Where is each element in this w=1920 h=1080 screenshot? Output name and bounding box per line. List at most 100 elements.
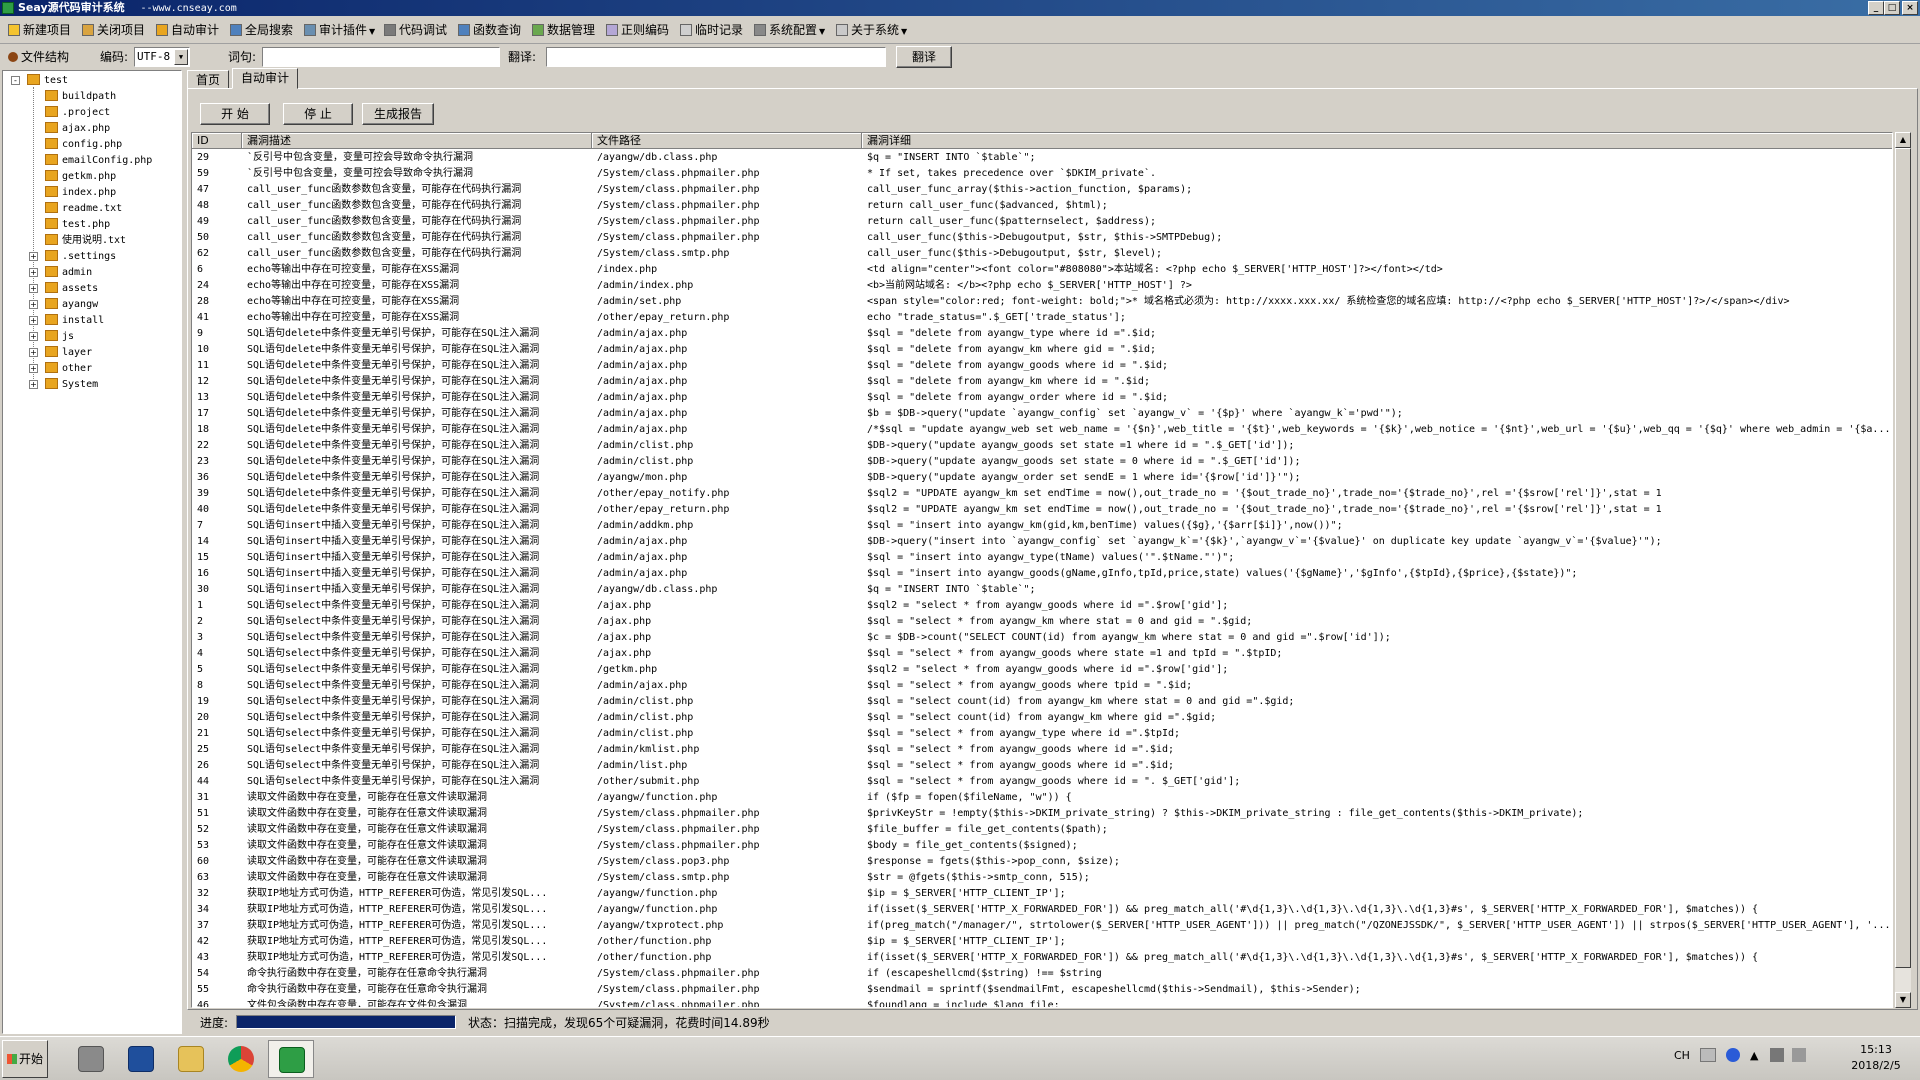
table-row[interactable]: 10 SQL语句delete中条件变量无单引号保护，可能存在SQL注入漏洞/adm…: [192, 342, 1892, 358]
generate-report-button[interactable]: 生成报告: [362, 103, 434, 125]
table-row[interactable]: 49 call_user_func函数参数包含变量，可能存在代码执行漏洞/Syst…: [192, 214, 1892, 230]
table-row[interactable]: 31 读取文件函数中存在变量，可能存在任意文件读取漏洞/ayangw/functi…: [192, 790, 1892, 806]
seay-app-icon[interactable]: [268, 1040, 314, 1078]
table-row[interactable]: 48 call_user_func函数参数包含变量，可能存在代码执行漏洞/Syst…: [192, 198, 1892, 214]
table-row[interactable]: 55 命令执行函数中存在变量，可能存在任意命令执行漏洞/System/class.…: [192, 982, 1892, 998]
table-row[interactable]: 9 SQL语句delete中条件变量无单引号保护，可能存在SQL注入漏洞/admi…: [192, 326, 1892, 342]
menu-item[interactable]: 正则编码: [606, 21, 669, 39]
vertical-scrollbar[interactable]: ▲ ▼: [1895, 132, 1911, 1008]
table-row[interactable]: 40 SQL语句delete中条件变量无单引号保护，可能存在SQL注入漏洞/oth…: [192, 502, 1892, 518]
tree-file[interactable]: ajax.php: [45, 121, 110, 137]
tree-file[interactable]: buildpath: [45, 89, 116, 105]
table-row[interactable]: 47 call_user_func函数参数包含变量，可能存在代码执行漏洞/Syst…: [192, 182, 1892, 198]
tree-folder[interactable]: assets: [45, 281, 98, 297]
help-icon[interactable]: [1726, 1048, 1740, 1062]
keyboard-icon[interactable]: [1700, 1048, 1716, 1062]
table-row[interactable]: 28 echo等输出中存在可控变量，可能存在XSS漏洞/admin/set.php…: [192, 294, 1892, 310]
word-input[interactable]: [262, 47, 500, 67]
table-row[interactable]: 16 SQL语句insert中插入变量无单引号保护，可能存在SQL注入漏洞/adm…: [192, 566, 1892, 582]
expand-icon[interactable]: +: [29, 332, 38, 341]
table-row[interactable]: 37 获取IP地址方式可伪造，HTTP_REFERER可伪造，常见引发SQL...…: [192, 918, 1892, 934]
tree-folder[interactable]: .settings: [45, 249, 116, 265]
menu-item[interactable]: 全局搜索: [230, 21, 293, 39]
tree-file[interactable]: .project: [45, 105, 110, 121]
menu-item[interactable]: 自动审计: [156, 21, 219, 39]
collapse-icon[interactable]: -: [11, 76, 20, 85]
powershell-icon[interactable]: [118, 1040, 164, 1078]
table-row[interactable]: 17 SQL语句delete中条件变量无单引号保护，可能存在SQL注入漏洞/adm…: [192, 406, 1892, 422]
file-tree[interactable]: test - buildpath .project ajax.php config.php…: [2, 70, 182, 1034]
menu-item[interactable]: 代码调试: [384, 21, 447, 39]
table-row[interactable]: 32 获取IP地址方式可伪造，HTTP_REFERER可伪造，常见引发SQL...…: [192, 886, 1892, 902]
table-row[interactable]: 24 echo等输出中存在可控变量，可能存在XSS漏洞/admin/index.p…: [192, 278, 1892, 294]
tree-file[interactable]: test.php: [45, 217, 110, 233]
chrome-icon[interactable]: [218, 1040, 264, 1078]
table-row[interactable]: 36 SQL语句delete中条件变量无单引号保护，可能存在SQL注入漏洞/aya…: [192, 470, 1892, 486]
table-row[interactable]: 62 call_user_func函数参数包含变量，可能存在代码执行漏洞/Syst…: [192, 246, 1892, 262]
tree-file[interactable]: readme.txt: [45, 201, 122, 217]
expand-icon[interactable]: +: [29, 268, 38, 277]
tree-folder[interactable]: install: [45, 313, 104, 329]
table-row[interactable]: 12 SQL语句delete中条件变量无单引号保护，可能存在SQL注入漏洞/adm…: [192, 374, 1892, 390]
table-row[interactable]: 13 SQL语句delete中条件变量无单引号保护，可能存在SQL注入漏洞/adm…: [192, 390, 1892, 406]
tree-folder[interactable]: js: [45, 329, 74, 345]
tab-auto-audit[interactable]: 自动审计: [232, 68, 299, 89]
table-row[interactable]: 30 SQL语句insert中插入变量无单引号保护，可能存在SQL注入漏洞/aya…: [192, 582, 1892, 598]
table-row[interactable]: 50 call_user_func函数参数包含变量，可能存在代码执行漏洞/Syst…: [192, 230, 1892, 246]
expand-icon[interactable]: +: [29, 252, 38, 261]
table-row[interactable]: 44 SQL语句select中条件变量无单引号保护，可能存在SQL注入漏洞/oth…: [192, 774, 1892, 790]
translate-button[interactable]: 翻译: [896, 46, 952, 68]
table-row[interactable]: 11 SQL语句delete中条件变量无单引号保护，可能存在SQL注入漏洞/adm…: [192, 358, 1892, 374]
table-row[interactable]: 1 SQL语句select中条件变量无单引号保护，可能存在SQL注入漏洞/ajax…: [192, 598, 1892, 614]
expand-icon[interactable]: +: [29, 284, 38, 293]
language-indicator[interactable]: CH: [1674, 1048, 1690, 1064]
tree-folder[interactable]: admin: [45, 265, 92, 281]
arrow-up-icon[interactable]: ▲: [1750, 1048, 1762, 1062]
menu-item[interactable]: 关闭项目: [82, 21, 145, 39]
menu-item[interactable]: 数据管理: [532, 21, 595, 39]
table-row[interactable]: 29 `反引号中包含变量，变量可控会导致命令执行漏洞/ayangw/db.clas…: [192, 150, 1892, 166]
table-row[interactable]: 2 SQL语句select中条件变量无单引号保护，可能存在SQL注入漏洞/ajax…: [192, 614, 1892, 630]
encoding-select[interactable]: UTF-8 ▼: [134, 47, 190, 67]
table-row[interactable]: 26 SQL语句select中条件变量无单引号保护，可能存在SQL注入漏洞/adm…: [192, 758, 1892, 774]
server-manager-icon[interactable]: [68, 1040, 114, 1078]
menu-item[interactable]: 临时记录: [680, 21, 743, 39]
column-header-description[interactable]: 漏洞描述: [242, 133, 592, 149]
expand-icon[interactable]: +: [29, 348, 38, 357]
table-row[interactable]: 14 SQL语句insert中插入变量无单引号保护，可能存在SQL注入漏洞/adm…: [192, 534, 1892, 550]
table-row[interactable]: 23 SQL语句delete中条件变量无单引号保护，可能存在SQL注入漏洞/adm…: [192, 454, 1892, 470]
table-row[interactable]: 7 SQL语句insert中插入变量无单引号保护，可能存在SQL注入漏洞/admi…: [192, 518, 1892, 534]
expand-icon[interactable]: +: [29, 316, 38, 325]
table-row[interactable]: 41 echo等输出中存在可控变量，可能存在XSS漏洞/other/epay_re…: [192, 310, 1892, 326]
table-row[interactable]: 19 SQL语句select中条件变量无单引号保护，可能存在SQL注入漏洞/adm…: [192, 694, 1892, 710]
menu-item[interactable]: 系统配置 ▼: [754, 21, 825, 39]
tree-folder[interactable]: other: [45, 361, 92, 377]
table-row[interactable]: 6 echo等输出中存在可控变量，可能存在XSS漏洞/index.php <td a…: [192, 262, 1892, 278]
column-header-file-path[interactable]: 文件路径: [592, 133, 862, 149]
tree-folder[interactable]: System: [45, 377, 98, 393]
results-table[interactable]: ID 漏洞描述 文件路径 漏洞详细 29 `反引号中包含变量，变量可控会导致命令执…: [191, 132, 1893, 1008]
table-row[interactable]: 54 命令执行函数中存在变量，可能存在任意命令执行漏洞/System/class.…: [192, 966, 1892, 982]
table-row[interactable]: 15 SQL语句insert中插入变量无单引号保护，可能存在SQL注入漏洞/adm…: [192, 550, 1892, 566]
close-button[interactable]: ×: [1902, 1, 1918, 15]
column-header-id[interactable]: ID: [192, 133, 242, 149]
table-row[interactable]: 3 SQL语句select中条件变量无单引号保护，可能存在SQL注入漏洞/ajax…: [192, 630, 1892, 646]
tree-folder[interactable]: layer: [45, 345, 92, 361]
tree-root[interactable]: test: [27, 73, 68, 89]
maximize-button[interactable]: □: [1884, 1, 1900, 15]
translate-input[interactable]: [546, 47, 886, 67]
menu-item[interactable]: 新建项目: [8, 21, 71, 39]
tree-file[interactable]: 使用说明.txt: [45, 233, 126, 249]
column-header-details[interactable]: 漏洞详细: [862, 133, 1892, 149]
file-explorer-icon[interactable]: [168, 1040, 214, 1078]
expand-icon[interactable]: +: [29, 300, 38, 309]
table-row[interactable]: 59 `反引号中包含变量，变量可控会导致命令执行漏洞/System/class.p…: [192, 166, 1892, 182]
table-row[interactable]: 60 读取文件函数中存在变量，可能存在任意文件读取漏洞/System/class.…: [192, 854, 1892, 870]
table-row[interactable]: 8 SQL语句select中条件变量无单引号保护，可能存在SQL注入漏洞/admi…: [192, 678, 1892, 694]
scroll-down-icon[interactable]: ▼: [1895, 992, 1911, 1008]
minimize-button[interactable]: _: [1868, 1, 1884, 15]
start-button-taskbar[interactable]: 开始: [2, 1040, 48, 1078]
table-row[interactable]: 22 SQL语句delete中条件变量无单引号保护，可能存在SQL注入漏洞/adm…: [192, 438, 1892, 454]
scroll-up-icon[interactable]: ▲: [1895, 132, 1911, 148]
clock[interactable]: 15:13 2018/2/5: [1836, 1042, 1916, 1074]
